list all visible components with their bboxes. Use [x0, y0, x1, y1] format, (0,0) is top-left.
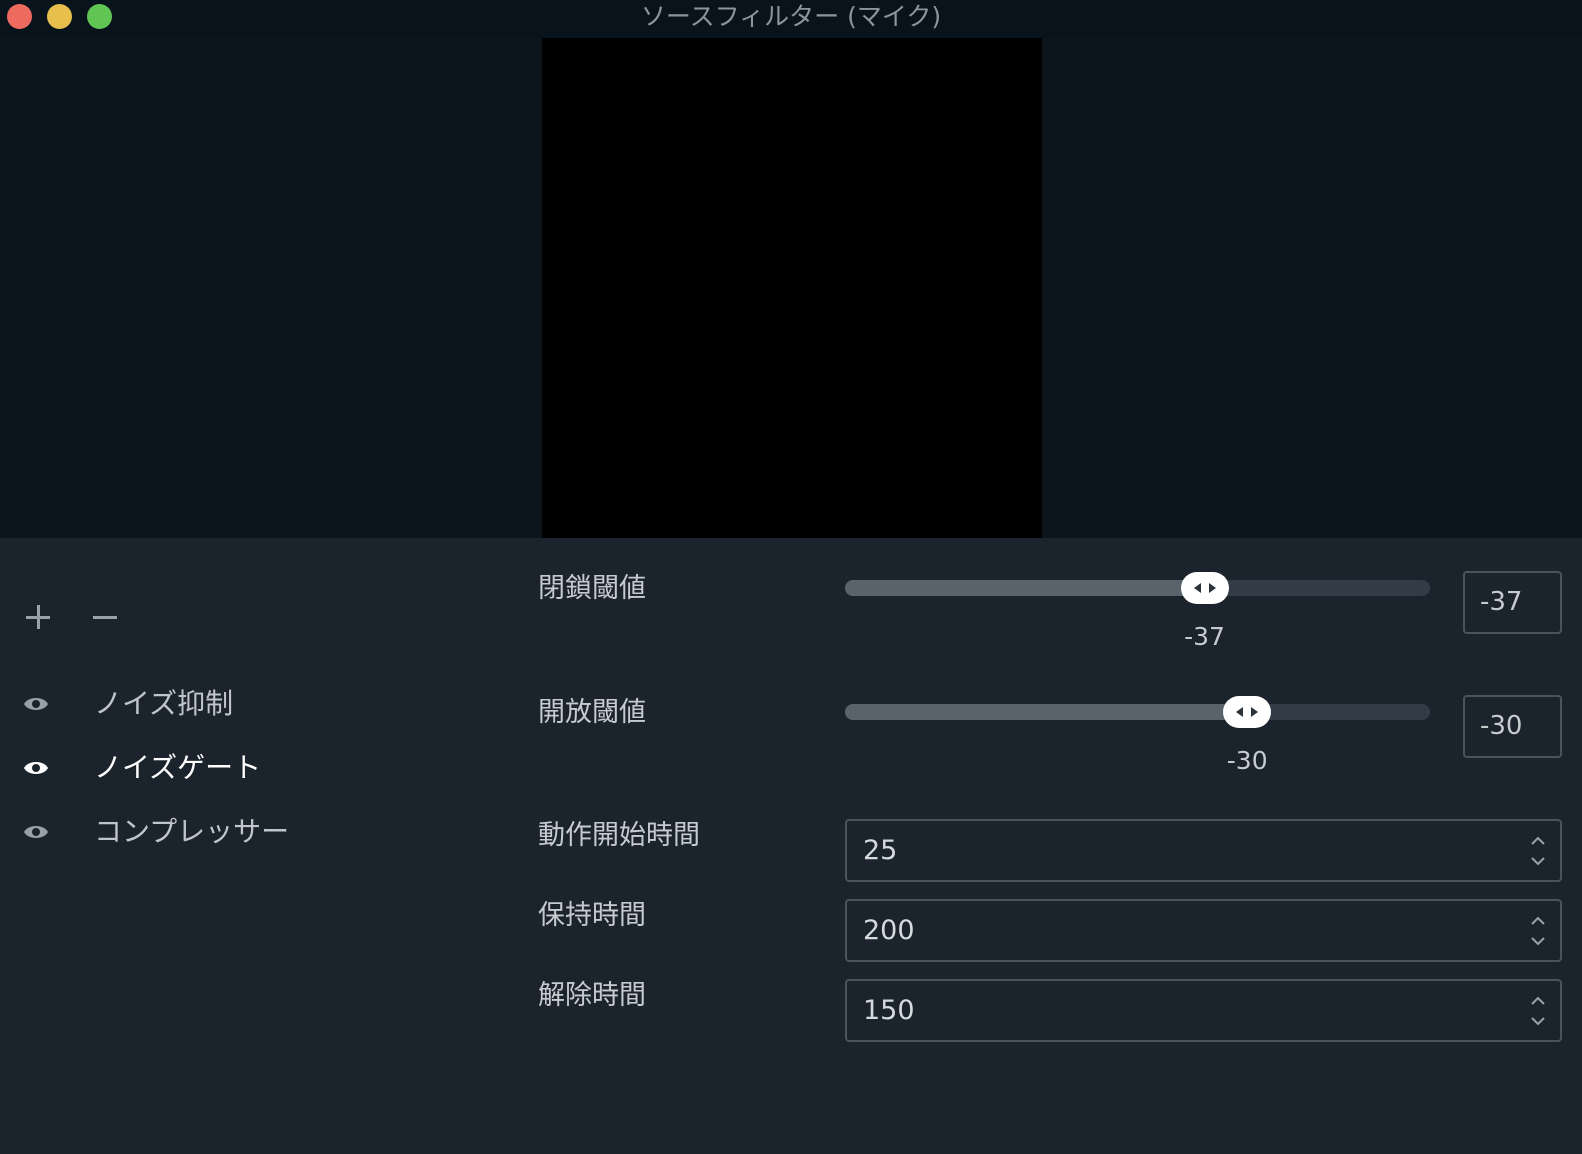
filter-item-compressor[interactable]: コンプレッサー — [0, 806, 520, 862]
attack-time-value: 25 — [863, 835, 898, 866]
filter-item-noise-suppression[interactable]: ノイズ抑制 — [0, 678, 520, 734]
remove-filter-button[interactable] — [85, 597, 125, 637]
filter-label: コンプレッサー — [94, 815, 290, 848]
spinner-arrows-icon[interactable] — [1528, 911, 1548, 951]
window-title: ソースフィルター (マイク) — [640, 2, 942, 31]
attack-time-label: 動作開始時間 — [538, 820, 700, 851]
minus-icon — [93, 615, 117, 619]
eye-icon[interactable] — [23, 694, 49, 714]
add-filter-button[interactable] — [18, 597, 58, 637]
eye-icon[interactable] — [23, 822, 49, 842]
spinner-arrows-icon[interactable] — [1528, 831, 1548, 871]
slider-handle[interactable] — [1180, 572, 1229, 604]
spinner-arrows-icon[interactable] — [1528, 991, 1548, 1031]
filter-label: ノイズゲート — [94, 751, 262, 784]
attack-time-input[interactable]: 25 — [845, 819, 1562, 882]
open-threshold-input[interactable]: -30 — [1463, 695, 1562, 758]
open-threshold-slider-value: -30 — [1226, 746, 1268, 775]
close-threshold-slider[interactable] — [845, 572, 1430, 604]
drag-arrows-icon — [1193, 583, 1216, 593]
filter-panel: ノイズ抑制 ノイズゲート コンプレッサー 閉鎖閾値 -37 -37 開放閾値 -… — [0, 538, 1582, 1154]
eye-icon[interactable] — [23, 758, 49, 778]
hold-time-label: 保持時間 — [538, 900, 646, 931]
close-threshold-slider-value: -37 — [1184, 622, 1225, 651]
title-bar: ソースフィルター (マイク) — [0, 0, 1582, 38]
slider-fill — [845, 704, 1248, 720]
close-threshold-input[interactable]: -37 — [1463, 571, 1562, 634]
preview-canvas — [542, 38, 1042, 538]
open-threshold-label: 開放閾値 — [538, 697, 646, 728]
preview-area — [0, 38, 1582, 538]
plus-icon — [26, 605, 50, 629]
filter-label: ノイズ抑制 — [94, 687, 234, 720]
release-time-value: 150 — [863, 995, 915, 1026]
close-threshold-label: 閉鎖閾値 — [538, 573, 646, 604]
release-time-label: 解除時間 — [538, 980, 646, 1011]
drag-arrows-icon — [1236, 707, 1259, 717]
open-threshold-slider[interactable] — [845, 696, 1430, 728]
hold-time-value: 200 — [863, 915, 915, 946]
slider-handle[interactable] — [1223, 696, 1272, 728]
filter-item-noise-gate[interactable]: ノイズゲート — [0, 742, 520, 798]
hold-time-input[interactable]: 200 — [845, 899, 1562, 962]
release-time-input[interactable]: 150 — [845, 979, 1562, 1042]
slider-fill — [845, 580, 1205, 596]
